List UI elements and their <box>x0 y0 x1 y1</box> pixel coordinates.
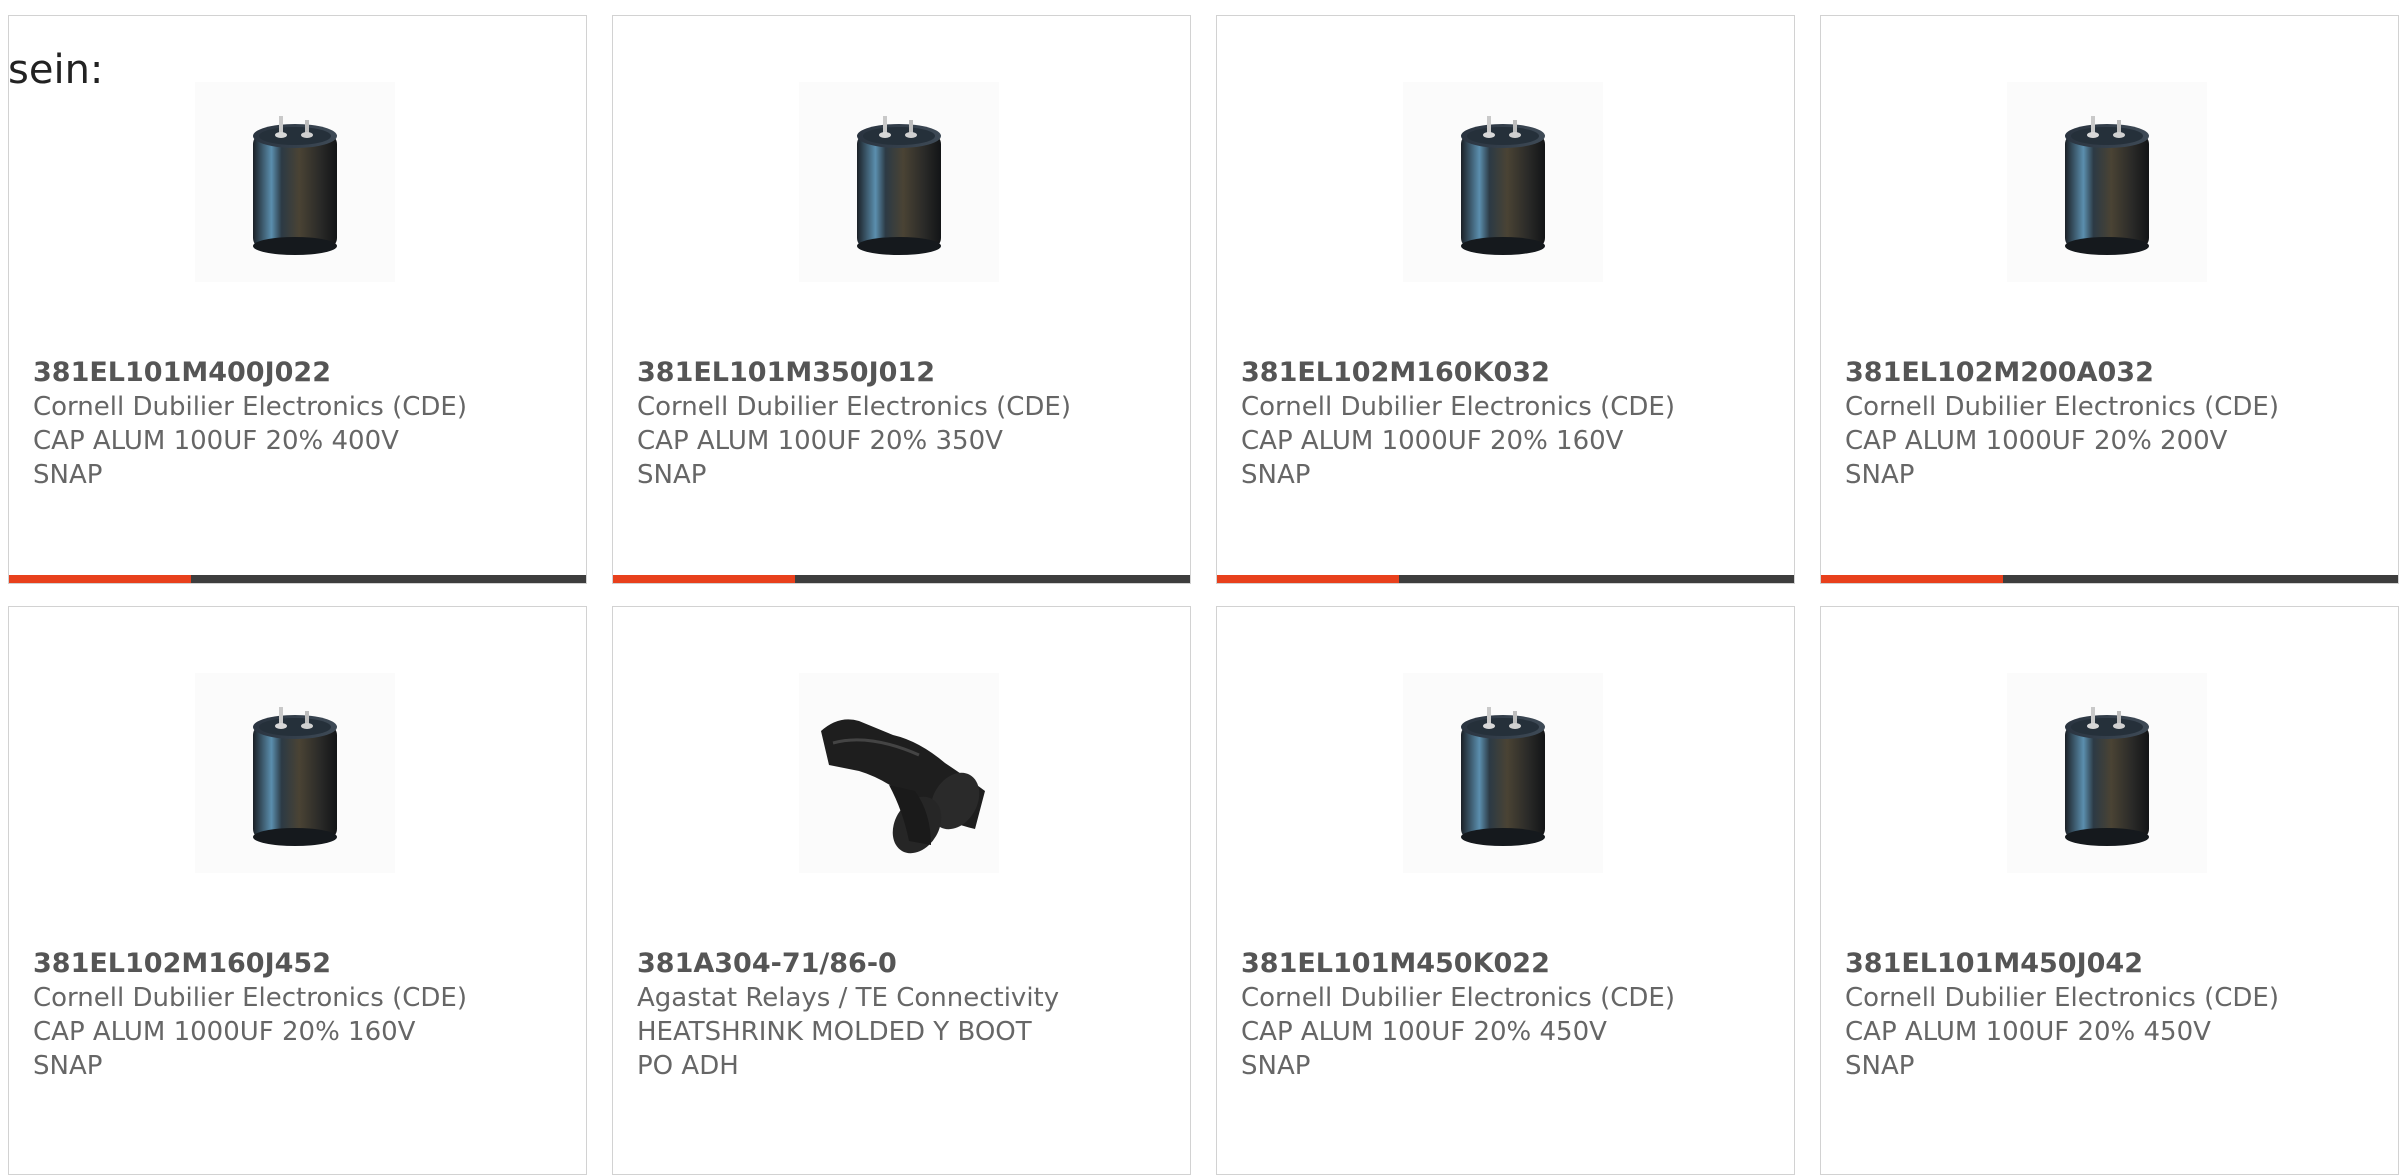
manufacturer-name: Cornell Dubilier Electronics (CDE) <box>1845 983 2279 1013</box>
product-description: CAP ALUM 100UF 20% 400V SNAP <box>33 426 399 490</box>
product-info: 381EL102M160J452 Cornell Dubilier Electr… <box>33 947 473 1083</box>
manufacturer-name: Cornell Dubilier Electronics (CDE) <box>33 392 467 422</box>
part-number[interactable]: 381EL101M400J022 <box>33 356 473 390</box>
product-description: CAP ALUM 1000UF 20% 200V SNAP <box>1845 426 2228 490</box>
part-number[interactable]: 381EL101M350J012 <box>637 356 1077 390</box>
product-info: 381EL102M160K032 Cornell Dubilier Electr… <box>1241 356 1681 492</box>
product-card[interactable]: 381EL101M400J022 Cornell Dubilier Electr… <box>8 15 587 584</box>
product-image[interactable] <box>799 82 999 282</box>
product-card[interactable]: 381EL101M450J042 Cornell Dubilier Electr… <box>1820 606 2399 1175</box>
electrolytic-capacitor-icon <box>1461 707 1545 846</box>
manufacturer-name: Cornell Dubilier Electronics (CDE) <box>1241 983 1675 1013</box>
product-image[interactable] <box>1403 673 1603 873</box>
product-info: 381EL101M350J012 Cornell Dubilier Electr… <box>637 356 1077 492</box>
product-description: CAP ALUM 1000UF 20% 160V SNAP <box>1241 426 1624 490</box>
part-number[interactable]: 381EL101M450J042 <box>1845 947 2285 981</box>
product-card[interactable]: 381EL102M200A032 Cornell Dubilier Electr… <box>1820 15 2399 584</box>
part-number[interactable]: 381EL102M160J452 <box>33 947 473 981</box>
manufacturer-name: Cornell Dubilier Electronics (CDE) <box>1845 392 2279 422</box>
product-image[interactable] <box>195 673 395 873</box>
part-number[interactable]: 381EL101M450K022 <box>1241 947 1681 981</box>
lead-text: sein: <box>8 47 104 93</box>
product-card[interactable]: 381A304-71/86-0 Agastat Relays / TE Conn… <box>612 606 1191 1175</box>
product-info: 381EL101M400J022 Cornell Dubilier Electr… <box>33 356 473 492</box>
product-image[interactable] <box>2007 673 2207 873</box>
manufacturer-name: Cornell Dubilier Electronics (CDE) <box>637 392 1071 422</box>
manufacturer-name: Agastat Relays / TE Connectivity <box>637 983 1060 1013</box>
progress-fill <box>9 575 191 583</box>
part-number[interactable]: 381EL102M160K032 <box>1241 356 1681 390</box>
product-card[interactable]: 381EL101M450K022 Cornell Dubilier Electr… <box>1216 606 1795 1175</box>
product-image[interactable] <box>1403 82 1603 282</box>
product-info: 381EL102M200A032 Cornell Dubilier Electr… <box>1845 356 2285 492</box>
product-card[interactable]: 381EL101M350J012 Cornell Dubilier Electr… <box>612 15 1191 584</box>
progress-bar <box>1217 575 1794 583</box>
product-image[interactable] <box>799 673 999 873</box>
product-image[interactable] <box>195 82 395 282</box>
part-number[interactable]: 381A304-71/86-0 <box>637 947 1077 981</box>
electrolytic-capacitor-icon <box>253 116 337 255</box>
part-number[interactable]: 381EL102M200A032 <box>1845 356 2285 390</box>
manufacturer-name: Cornell Dubilier Electronics (CDE) <box>1241 392 1675 422</box>
product-image[interactable] <box>2007 82 2207 282</box>
electrolytic-capacitor-icon <box>2065 707 2149 846</box>
electrolytic-capacitor-icon <box>1461 116 1545 255</box>
progress-bar <box>613 575 1190 583</box>
progress-bar <box>1821 575 2398 583</box>
product-info: 381EL101M450J042 Cornell Dubilier Electr… <box>1845 947 2285 1083</box>
electrolytic-capacitor-icon <box>857 116 941 255</box>
product-card[interactable]: 381EL102M160K032 Cornell Dubilier Electr… <box>1216 15 1795 584</box>
progress-fill <box>613 575 795 583</box>
electrolytic-capacitor-icon <box>253 707 337 846</box>
progress-fill <box>1217 575 1399 583</box>
product-description: CAP ALUM 100UF 20% 450V SNAP <box>1241 1017 1607 1081</box>
product-grid: 381EL101M400J022 Cornell Dubilier Electr… <box>8 15 2399 1175</box>
manufacturer-name: Cornell Dubilier Electronics (CDE) <box>33 983 467 1013</box>
product-description: HEATSHRINK MOLDED Y BOOT PO ADH <box>637 1017 1032 1081</box>
product-info: 381EL101M450K022 Cornell Dubilier Electr… <box>1241 947 1681 1083</box>
product-card[interactable]: 381EL102M160J452 Cornell Dubilier Electr… <box>8 606 587 1175</box>
product-description: CAP ALUM 1000UF 20% 160V SNAP <box>33 1017 416 1081</box>
product-description: CAP ALUM 100UF 20% 350V SNAP <box>637 426 1003 490</box>
heatshrink-boot-icon <box>821 719 985 854</box>
electrolytic-capacitor-icon <box>2065 116 2149 255</box>
progress-bar <box>9 575 586 583</box>
product-info: 381A304-71/86-0 Agastat Relays / TE Conn… <box>637 947 1077 1083</box>
product-description: CAP ALUM 100UF 20% 450V SNAP <box>1845 1017 2211 1081</box>
progress-fill <box>1821 575 2003 583</box>
